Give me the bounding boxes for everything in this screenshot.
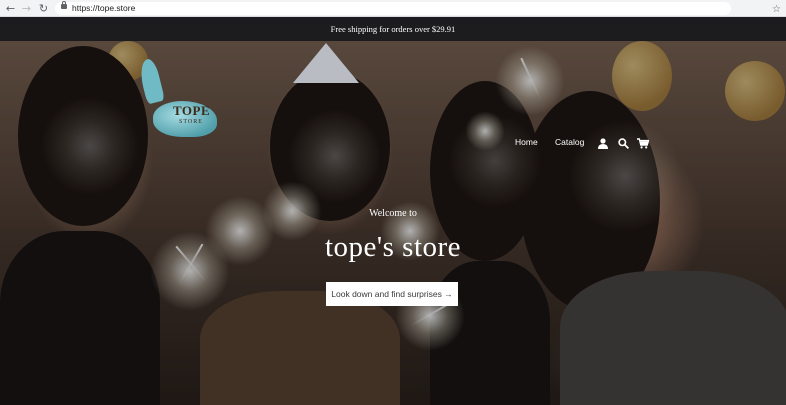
arrow-right-icon[interactable]: → [20, 2, 33, 15]
address-bar-url[interactable]: https://tope.store [72, 2, 135, 15]
star-icon[interactable]: ☆ [772, 3, 781, 16]
nav-link-catalog[interactable]: Catalog [555, 137, 584, 147]
logo-subtitle: STORE [179, 119, 203, 125]
hero-cta-button[interactable]: Look down and find surprises → [326, 282, 458, 306]
arrow-left-icon[interactable]: ← [4, 2, 17, 15]
lock-icon [61, 1, 67, 9]
account-icon[interactable] [598, 136, 608, 149]
person-hair [520, 91, 660, 311]
party-hat [293, 43, 359, 83]
hero-welcome-text: Welcome to [369, 208, 417, 219]
hero-title: tope's store [324, 231, 462, 263]
face-highlight [40, 96, 140, 196]
announcement-text: Free shipping for orders over $29.91 [330, 24, 456, 34]
store-logo[interactable]: TOPE STORE [136, 57, 223, 153]
cart-icon[interactable] [637, 136, 650, 149]
search-icon[interactable] [618, 136, 630, 150]
address-bar[interactable]: https://tope.store ☆ [55, 1, 781, 15]
balloon [612, 41, 672, 111]
sparkler [465, 111, 505, 151]
logo-title: TOPE [173, 103, 211, 118]
announcement-bar: Free shipping for orders over $29.91 [0, 17, 786, 41]
sparkler-ray [520, 57, 542, 101]
person-hair [270, 71, 390, 221]
reload-icon[interactable]: ↻ [37, 2, 50, 15]
dress [200, 291, 400, 405]
logo-whale-tail [136, 57, 166, 105]
balloon [725, 61, 785, 121]
browser-toolbar: ← → ↻ https://tope.store ☆ [0, 0, 786, 17]
nav-link-home[interactable]: Home [515, 137, 538, 147]
dress [560, 271, 786, 405]
sparkler [495, 46, 565, 116]
face-highlight [290, 106, 380, 206]
face-highlight [450, 111, 540, 211]
hero-banner: TOPE STORE Home Catalog Welcome to tope'… [0, 41, 786, 405]
person-hair [18, 46, 148, 226]
